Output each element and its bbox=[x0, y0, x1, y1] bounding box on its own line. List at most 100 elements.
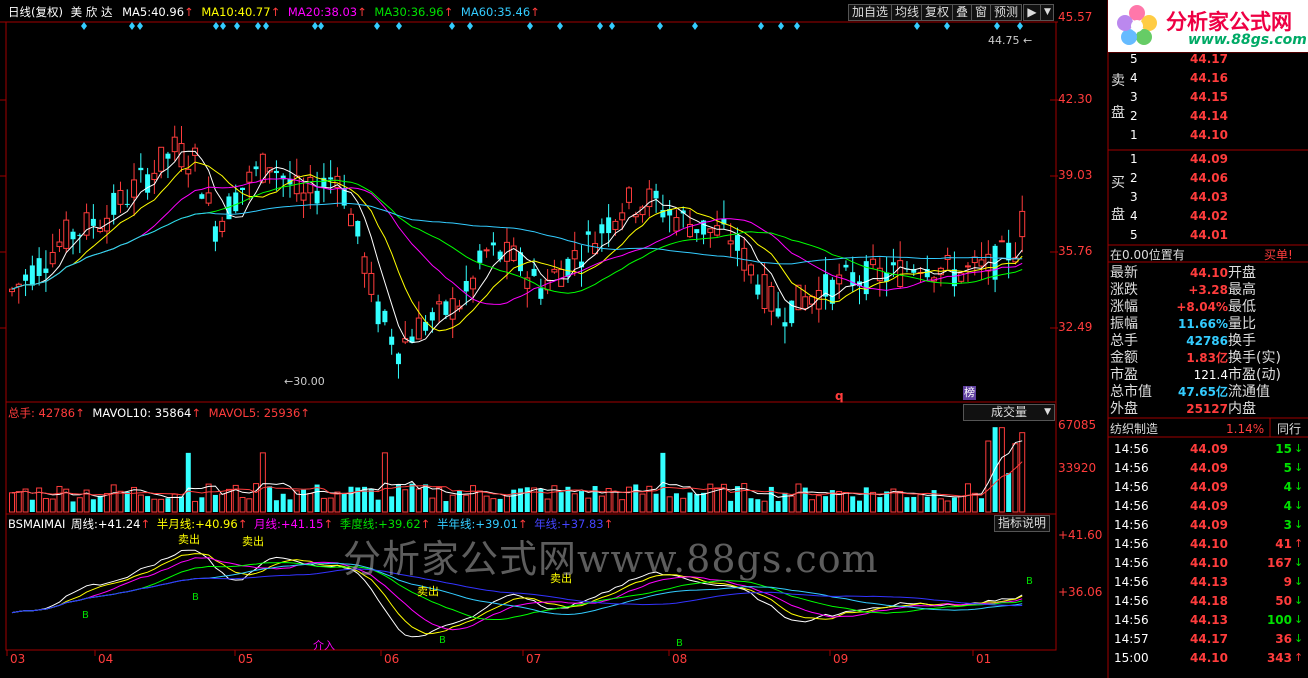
volume-bar-down bbox=[497, 498, 503, 512]
rank-marker[interactable]: 榜 bbox=[963, 386, 976, 400]
tab-peers[interactable]: 同行 bbox=[1277, 420, 1301, 438]
volume-bar-up bbox=[483, 495, 490, 513]
candle-body-up bbox=[151, 172, 158, 181]
tick-time: 14:56 bbox=[1114, 442, 1149, 456]
date-tick: 06 bbox=[384, 652, 400, 666]
volume-bar-down bbox=[395, 484, 401, 512]
quote-value: +3.28 bbox=[1188, 283, 1228, 297]
volume-bar-up bbox=[449, 494, 456, 513]
candle-body-up bbox=[158, 146, 165, 172]
ask-price[interactable]: 44.15 bbox=[1190, 88, 1228, 106]
ma30-line bbox=[11, 179, 1023, 294]
volume-bar-down bbox=[29, 499, 35, 512]
window-button[interactable]: 窗 bbox=[971, 4, 992, 21]
bid-level: 1 bbox=[1130, 152, 1138, 166]
ask-level: 4 bbox=[1130, 71, 1138, 85]
indicator-name[interactable]: BSMAIMAI bbox=[8, 517, 65, 531]
tick-time: 14:56 bbox=[1114, 575, 1149, 589]
volume-bar-up bbox=[402, 489, 409, 513]
dropdown-icon[interactable]: ▼ bbox=[1040, 4, 1054, 21]
ask-price[interactable]: 44.10 bbox=[1190, 126, 1228, 144]
tick-time: 14:56 bbox=[1114, 613, 1149, 627]
volume-bar-down bbox=[389, 496, 395, 512]
signal-diamond-icon bbox=[263, 22, 269, 30]
period-label[interactable]: 日线(复权) bbox=[8, 5, 63, 19]
candle-body-down bbox=[382, 310, 388, 323]
quote-label: 涨跌 bbox=[1110, 282, 1138, 298]
next-icon[interactable]: ▶ bbox=[1023, 4, 1041, 21]
signal-diamond-icon bbox=[994, 22, 1000, 30]
bid-price[interactable]: 44.02 bbox=[1190, 207, 1228, 225]
ma30-value: 36.96 bbox=[410, 5, 444, 19]
volume-bar-down bbox=[341, 493, 347, 512]
quote-value: 1.83亿 bbox=[1186, 351, 1228, 365]
bid-price[interactable]: 44.03 bbox=[1190, 188, 1228, 206]
tick-price: 44.09 bbox=[1190, 499, 1228, 513]
bid-price[interactable]: 44.09 bbox=[1190, 150, 1228, 168]
high-price-annotation: 44.75 ← bbox=[988, 34, 1033, 47]
volume-bar-down bbox=[755, 499, 761, 512]
signal-diamond-icon bbox=[597, 22, 603, 30]
candle-body-down bbox=[29, 265, 35, 286]
candle-body-down bbox=[36, 258, 42, 276]
candle-body-up bbox=[63, 219, 70, 249]
ma10-line bbox=[11, 161, 1023, 332]
avg-line-button[interactable]: 均线 bbox=[891, 4, 924, 21]
volume-bar-up bbox=[625, 486, 632, 513]
adjust-button[interactable]: 复权 bbox=[921, 4, 954, 21]
candle-body-up bbox=[897, 260, 904, 287]
volume-bar-down bbox=[802, 487, 808, 512]
candle-body-up bbox=[300, 192, 307, 201]
bid-price[interactable]: 44.06 bbox=[1190, 169, 1228, 187]
ask-price[interactable]: 44.17 bbox=[1190, 50, 1228, 68]
sector-name[interactable]: 纺织制造 bbox=[1110, 420, 1158, 438]
ask-price[interactable]: 44.14 bbox=[1190, 107, 1228, 125]
overlay-button[interactable]: 叠 bbox=[952, 4, 973, 21]
tick-price: 44.10 bbox=[1190, 556, 1228, 570]
indicator-explain-button[interactable]: 指标说明 bbox=[994, 515, 1051, 532]
volume-bar-down bbox=[97, 495, 103, 512]
volume-bar-up bbox=[476, 490, 483, 513]
signal-diamond-icon bbox=[255, 22, 261, 30]
volume-bar-down bbox=[212, 494, 218, 512]
volume-bar-up bbox=[897, 490, 904, 513]
quote-label: 量比 bbox=[1228, 316, 1256, 332]
volume-bar-up bbox=[117, 490, 124, 513]
quote-label: 外盘 bbox=[1110, 401, 1138, 417]
tick-volume: 3 bbox=[1283, 518, 1292, 532]
sell-side-label: 卖 bbox=[1111, 73, 1125, 89]
mavol5-label: MAVOL5: bbox=[208, 406, 261, 420]
candle-body-down bbox=[240, 187, 246, 190]
tick-volume: 100 bbox=[1266, 613, 1292, 627]
predict-button[interactable]: 预测 bbox=[990, 4, 1023, 21]
tick-volume: 5 bbox=[1283, 461, 1292, 475]
candle-body-up bbox=[97, 227, 104, 233]
site-logo[interactable]: 分析家公式网 www.88gs.com bbox=[1108, 0, 1308, 52]
mavol5-line bbox=[11, 440, 1023, 499]
candle-body-down bbox=[653, 190, 659, 199]
tick-time: 14:57 bbox=[1114, 632, 1149, 646]
volume-bar-up bbox=[76, 497, 83, 513]
add-watchlist-button[interactable]: 加自选 bbox=[848, 4, 893, 21]
volume-bar-up bbox=[619, 499, 626, 513]
signal-diamond-icon bbox=[396, 22, 402, 30]
volume-bar-up bbox=[334, 491, 341, 513]
ask-price[interactable]: 44.16 bbox=[1190, 69, 1228, 87]
volume-indicator-dropdown[interactable]: 成交量 ▼ bbox=[963, 404, 1055, 421]
up-arrow-icon: ↑ bbox=[184, 5, 194, 19]
up-arrow-icon: ↑ bbox=[443, 5, 454, 19]
quote-label: 总市值 bbox=[1110, 384, 1152, 400]
quote-value: 44.10 bbox=[1190, 266, 1228, 280]
buy-side-label: 盘 bbox=[1111, 207, 1125, 223]
bid-price[interactable]: 44.01 bbox=[1190, 226, 1228, 244]
quote-value: 25127 bbox=[1186, 402, 1228, 416]
volume-bar-down bbox=[409, 483, 415, 512]
logo-url: www.88gs.com bbox=[1188, 32, 1307, 48]
volume-bar-down bbox=[911, 496, 917, 512]
buy-order-text[interactable]: 买单! bbox=[1264, 246, 1293, 264]
volume-bar-up bbox=[795, 483, 802, 513]
tick-direction-icon: ↓ bbox=[1294, 613, 1304, 626]
volume-bar-down bbox=[673, 493, 679, 512]
quote-label: 最新 bbox=[1110, 265, 1138, 281]
quote-value: 47.65亿 bbox=[1178, 385, 1228, 399]
